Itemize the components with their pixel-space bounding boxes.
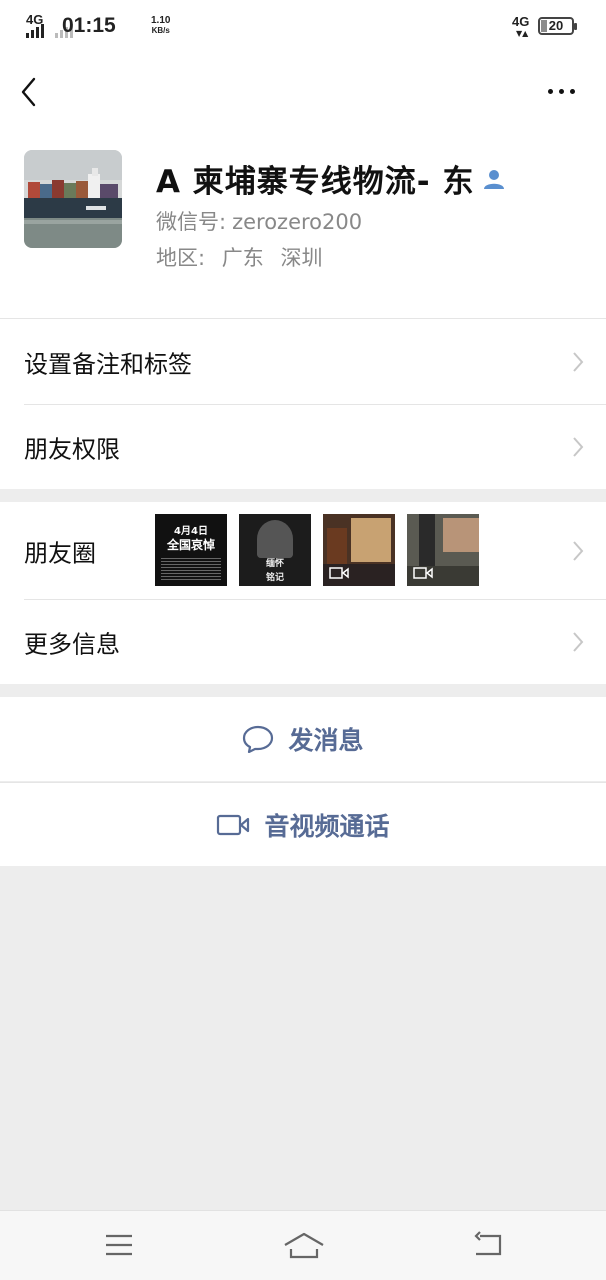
chevron-right-icon — [573, 437, 584, 457]
battery-icon: 20 — [538, 17, 577, 35]
thumbnail-caption-2: 铭记 — [265, 573, 284, 583]
region-label: 地区: — [156, 246, 206, 270]
status-bar: 4G 01:15 1.10 KB/s 4G ▼▲ 20 — [0, 0, 606, 56]
ellipsis-dot — [570, 88, 575, 94]
back-button[interactable] — [18, 76, 42, 108]
avatar-ship-image — [24, 150, 122, 248]
battery-level: 20 — [548, 18, 564, 33]
chevron-right-icon — [573, 540, 584, 561]
wechat-id-line: 微信号: zerozero200 — [156, 206, 362, 236]
moments-thumbnail: 缅怀 铭记 — [239, 514, 311, 586]
profile-header: A 柬埔寨专线物流- 东 微信号: zerozero200 地区: 广东 深圳 — [0, 130, 606, 318]
thumbnail-date: 4月4日 — [174, 526, 208, 537]
thumbnail-title: 全国哀悼 — [166, 538, 215, 552]
region-city: 深圳 — [280, 246, 323, 270]
moments-group: 朋友圈 4月4日 全国哀悼 缅怀 铭记 更多信息 — [0, 502, 606, 684]
home-icon[interactable] — [283, 1231, 325, 1261]
moments-item[interactable]: 朋友圈 4月4日 全国哀悼 缅怀 铭记 — [0, 502, 606, 599]
settings-group: 设置备注和标签 朋友权限 — [0, 318, 606, 489]
profile-name-row: A 柬埔寨专线物流- 东 — [156, 156, 506, 201]
person-icon — [484, 169, 505, 189]
thumbnail-forklift — [419, 514, 435, 570]
network-type-right: 4G — [512, 14, 530, 29]
more-options-button[interactable] — [548, 86, 580, 96]
wechat-id-label: 微信号: — [156, 210, 227, 234]
moments-label: 朋友圈 — [24, 539, 96, 567]
video-icon — [413, 567, 433, 579]
back-nav-icon[interactable] — [472, 1231, 504, 1259]
ellipsis-icon — [548, 88, 553, 94]
remark-tags-label: 设置备注和标签 — [24, 350, 192, 378]
more-info-item[interactable]: 更多信息 — [24, 599, 606, 684]
friend-permissions-item[interactable]: 朋友权限 — [24, 404, 606, 489]
thumbnail-box — [351, 518, 391, 562]
friend-permissions-label: 朋友权限 — [24, 435, 120, 464]
status-time: 01:15 — [62, 14, 116, 37]
thumbnail-figure — [257, 520, 293, 558]
more-info-label: 更多信息 — [24, 630, 120, 659]
system-nav-bar — [0, 1210, 606, 1280]
ellipsis-dot — [559, 88, 564, 94]
avatar[interactable] — [24, 150, 122, 248]
send-message-label: 发消息 — [288, 726, 364, 755]
moments-thumbnail — [407, 514, 479, 586]
profile-name: A 柬埔寨专线物流- 东 — [156, 164, 475, 200]
data-activity-icon: ▼▲ — [516, 29, 529, 38]
video-call-button[interactable]: 音视频通话 — [0, 782, 606, 866]
remark-tags-item[interactable]: 设置备注和标签 — [0, 319, 606, 404]
chevron-right-icon — [573, 351, 584, 372]
region-province: 广东 — [221, 246, 264, 270]
network-speed: 1.10 KB/s — [151, 16, 170, 36]
network-speed-value: 1.10 — [151, 15, 171, 26]
moments-thumbnails: 4月4日 全国哀悼 缅怀 铭记 — [155, 514, 479, 586]
chat-bubble-icon — [243, 725, 274, 753]
thumbnail-caption-1: 缅怀 — [265, 559, 284, 569]
region-line: 地区: 广东 深圳 — [156, 242, 322, 272]
video-camera-icon — [217, 814, 250, 835]
nav-bar — [0, 56, 606, 130]
video-call-label: 音视频通话 — [264, 811, 390, 841]
network-speed-unit: KB/s — [151, 26, 170, 35]
wechat-id-value: zerozero200 — [232, 210, 363, 234]
moments-thumbnail — [323, 514, 395, 586]
chevron-left-icon — [21, 77, 36, 107]
menu-icon[interactable] — [104, 1231, 134, 1259]
chevron-right-icon — [573, 632, 584, 652]
video-icon — [329, 567, 349, 579]
moments-thumbnail: 4月4日 全国哀悼 — [155, 514, 227, 586]
send-message-button[interactable]: 发消息 — [0, 697, 606, 781]
thumbnail-box — [443, 518, 479, 552]
thumbnail-text-lines — [161, 556, 221, 580]
thumbnail-box — [327, 528, 347, 568]
